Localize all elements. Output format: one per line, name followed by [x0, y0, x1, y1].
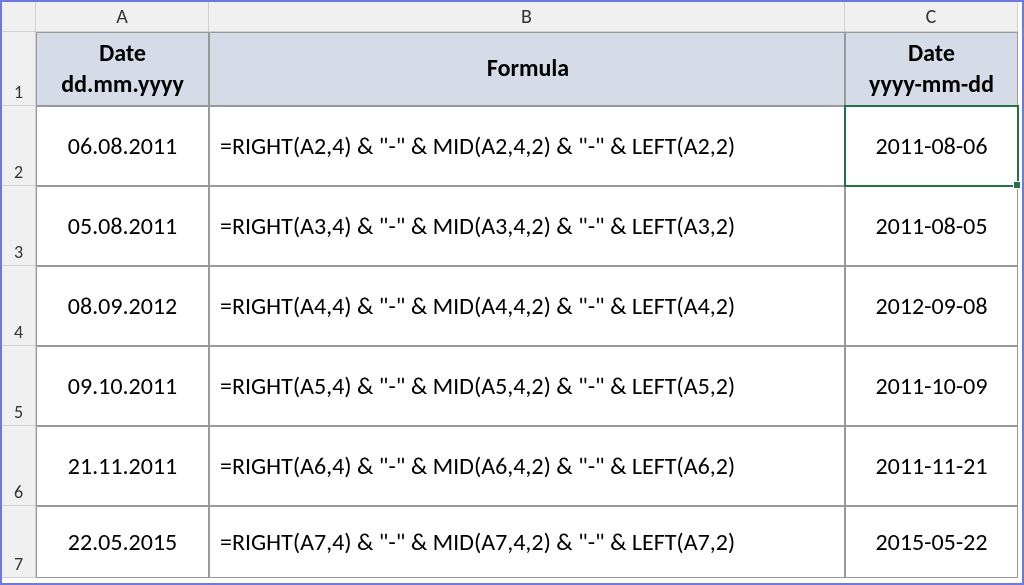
- cell-a6[interactable]: 21.11.2011: [36, 426, 209, 506]
- column-header-a[interactable]: A: [36, 2, 209, 32]
- row-header-6[interactable]: 6: [2, 426, 36, 506]
- column-headers-row: A B C: [2, 2, 1022, 32]
- cell-b2[interactable]: =RIGHT(A2,4) & "-" & MID(A2,4,2) & "-" &…: [209, 106, 845, 186]
- cell-c1[interactable]: Date yyyy-mm-dd: [845, 32, 1018, 106]
- table-row: 08.09.2012 =RIGHT(A4,4) & "-" & MID(A4,4…: [36, 266, 1022, 346]
- cell-a5[interactable]: 09.10.2011: [36, 346, 209, 426]
- cells-container: Date dd.mm.yyyy Formula Date yyyy-mm-dd …: [36, 32, 1022, 583]
- cell-c2[interactable]: 2011-08-06: [845, 106, 1018, 186]
- table-row: 09.10.2011 =RIGHT(A5,4) & "-" & MID(A5,4…: [36, 346, 1022, 426]
- cell-a1[interactable]: Date dd.mm.yyyy: [36, 32, 209, 106]
- row-header-2[interactable]: 2: [2, 106, 36, 186]
- cell-b3[interactable]: =RIGHT(A3,4) & "-" & MID(A3,4,2) & "-" &…: [209, 186, 845, 266]
- cell-c5[interactable]: 2011-10-09: [845, 346, 1018, 426]
- cell-b4[interactable]: =RIGHT(A4,4) & "-" & MID(A4,4,2) & "-" &…: [209, 266, 845, 346]
- column-header-c[interactable]: C: [845, 2, 1018, 32]
- cell-c3[interactable]: 2011-08-05: [845, 186, 1018, 266]
- column-header-b[interactable]: B: [209, 2, 845, 32]
- cell-c6[interactable]: 2011-11-21: [845, 426, 1018, 506]
- fill-handle[interactable]: [1013, 181, 1021, 189]
- cell-a3[interactable]: 05.08.2011: [36, 186, 209, 266]
- row-header-1[interactable]: 1: [2, 32, 36, 106]
- cell-b1[interactable]: Formula: [209, 32, 845, 106]
- cell-a2[interactable]: 06.08.2011: [36, 106, 209, 186]
- cell-a4[interactable]: 08.09.2012: [36, 266, 209, 346]
- cell-b7[interactable]: =RIGHT(A7,4) & "-" & MID(A7,4,2) & "-" &…: [209, 506, 845, 578]
- row-header-3[interactable]: 3: [2, 186, 36, 266]
- table-row: 22.05.2015 =RIGHT(A7,4) & "-" & MID(A7,4…: [36, 506, 1022, 578]
- cell-b6[interactable]: =RIGHT(A6,4) & "-" & MID(A6,4,2) & "-" &…: [209, 426, 845, 506]
- row-headers-column: 1 2 3 4 5 6 7: [2, 32, 36, 583]
- row-header-5[interactable]: 5: [2, 346, 36, 426]
- data-area: 1 2 3 4 5 6 7 Date dd.mm.yyyy Formula Da…: [2, 32, 1022, 583]
- row-header-7[interactable]: 7: [2, 506, 36, 578]
- cell-c7[interactable]: 2015-05-22: [845, 506, 1018, 578]
- row-header-4[interactable]: 4: [2, 266, 36, 346]
- table-row: 05.08.2011 =RIGHT(A3,4) & "-" & MID(A3,4…: [36, 186, 1022, 266]
- cell-a7[interactable]: 22.05.2015: [36, 506, 209, 578]
- table-header-row: Date dd.mm.yyyy Formula Date yyyy-mm-dd: [36, 32, 1022, 106]
- cell-value: 2011-08-06: [875, 132, 987, 161]
- select-all-corner[interactable]: [2, 2, 36, 32]
- table-row: 21.11.2011 =RIGHT(A6,4) & "-" & MID(A6,4…: [36, 426, 1022, 506]
- table-row: 06.08.2011 =RIGHT(A2,4) & "-" & MID(A2,4…: [36, 106, 1022, 186]
- cell-b5[interactable]: =RIGHT(A5,4) & "-" & MID(A5,4,2) & "-" &…: [209, 346, 845, 426]
- spreadsheet-grid: A B C 1 2 3 4 5 6 7 Date dd.mm.yyyy Form…: [2, 2, 1022, 583]
- cell-c4[interactable]: 2012-09-08: [845, 266, 1018, 346]
